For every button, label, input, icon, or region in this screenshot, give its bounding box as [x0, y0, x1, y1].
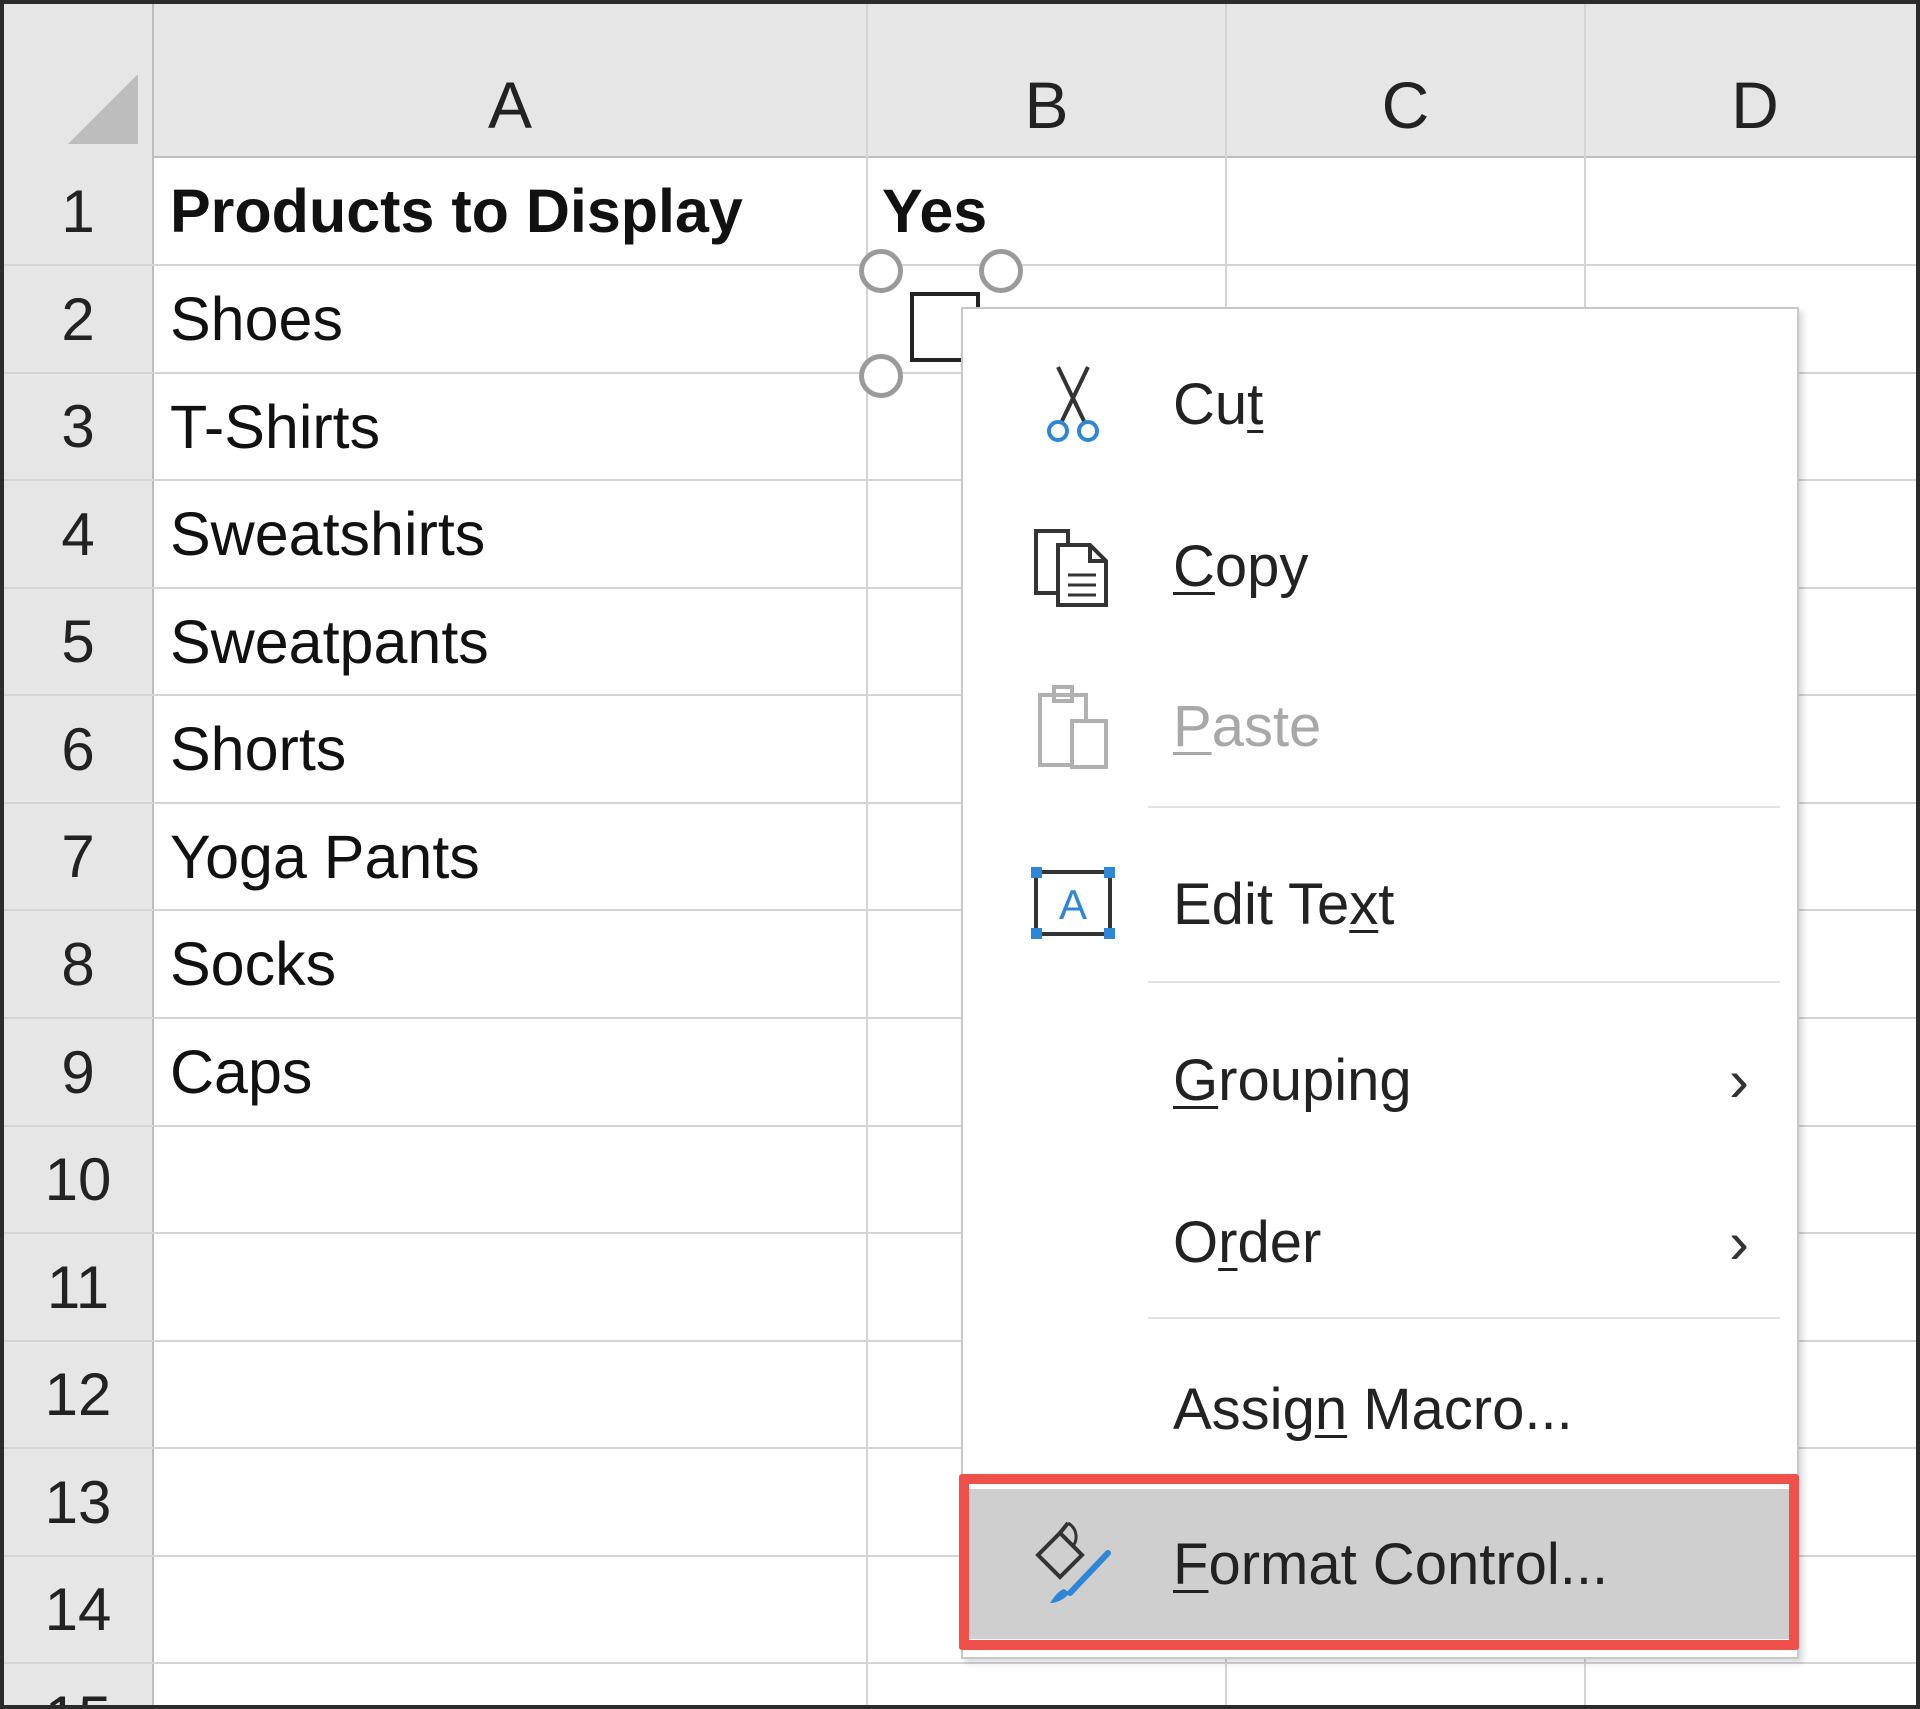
column-header-b[interactable]: B: [868, 4, 1225, 156]
menu-item-paste-label: Paste: [1173, 693, 1321, 760]
row-header-1[interactable]: 1: [4, 158, 152, 264]
select-all-corner[interactable]: [4, 4, 152, 158]
spreadsheet-window: A B C D 1 2 3 4 5 6 7 8 9 10 11 12 13 14…: [0, 0, 1920, 1709]
row-header-5[interactable]: 5: [4, 589, 152, 694]
column-header-c[interactable]: C: [1227, 4, 1584, 156]
menu-item-grouping[interactable]: Grouping ›: [963, 1005, 1797, 1155]
select-all-triangle-icon: [68, 74, 138, 144]
menu-item-grouping-label: Grouping: [1173, 1047, 1412, 1114]
scissors-icon: [1025, 356, 1121, 452]
access-key: C: [1173, 533, 1215, 599]
cell-a6[interactable]: Shorts: [170, 696, 346, 802]
label-part: Edit Te: [1173, 871, 1350, 937]
menu-item-cut[interactable]: Cut: [963, 339, 1797, 469]
row-header-12[interactable]: 12: [4, 1342, 152, 1447]
context-menu: Cut Copy Paste A Edit Text Grouping › Or…: [961, 307, 1799, 1659]
grid-line: [152, 4, 154, 1705]
menu-item-assign-macro[interactable]: Assign Macro...: [963, 1339, 1797, 1479]
label-part: aste: [1211, 693, 1322, 759]
label-part: Macro...: [1347, 1376, 1573, 1442]
row-header-13[interactable]: 13: [4, 1449, 152, 1555]
row-header-4[interactable]: 4: [4, 481, 152, 587]
row-header-14[interactable]: 14: [4, 1557, 152, 1662]
menu-item-edit-text-label: Edit Text: [1173, 871, 1394, 938]
menu-item-order[interactable]: Order ›: [963, 1167, 1797, 1317]
label-part: rouping: [1218, 1047, 1412, 1113]
menu-item-edit-text[interactable]: A Edit Text: [963, 829, 1797, 979]
row-header-9[interactable]: 9: [4, 1019, 152, 1125]
resize-handle-top-left[interactable]: [859, 249, 903, 293]
label-part: O: [1173, 1209, 1219, 1275]
access-key: G: [1173, 1047, 1219, 1113]
row-header-6[interactable]: 6: [4, 696, 152, 802]
label-part: t: [1378, 871, 1395, 937]
column-header-d[interactable]: D: [1586, 4, 1916, 156]
label-part: Assig: [1173, 1376, 1315, 1442]
chevron-right-icon: ›: [1729, 1208, 1749, 1276]
menu-item-copy-label: Copy: [1173, 533, 1308, 600]
menu-item-cut-label: Cut: [1173, 371, 1263, 438]
resize-handle-bottom-left[interactable]: [859, 354, 903, 398]
svg-text:A: A: [1059, 881, 1087, 928]
cell-a9[interactable]: Caps: [170, 1019, 312, 1125]
row-header-10[interactable]: 10: [4, 1127, 152, 1232]
menu-separator: [1148, 806, 1780, 808]
row-header-7[interactable]: 7: [4, 804, 152, 909]
cell-a5[interactable]: Sweatpants: [170, 589, 489, 694]
grid-line: [4, 1662, 1916, 1664]
row-header-15[interactable]: 15: [4, 1664, 152, 1706]
cell-a2[interactable]: Shoes: [170, 266, 343, 372]
row-header-11[interactable]: 11: [4, 1234, 152, 1340]
menu-separator: [1148, 1317, 1780, 1319]
chevron-right-icon: ›: [1729, 1046, 1749, 1114]
column-header-a[interactable]: A: [154, 4, 866, 156]
label-part: Cu: [1173, 371, 1248, 437]
menu-item-copy[interactable]: Copy: [963, 501, 1797, 631]
row-header-8[interactable]: 8: [4, 911, 152, 1017]
row-header-3[interactable]: 3: [4, 374, 152, 479]
cell-a1[interactable]: Products to Display: [170, 158, 743, 264]
cell-a4[interactable]: Sweatshirts: [170, 481, 485, 587]
cell-a7[interactable]: Yoga Pants: [170, 804, 480, 909]
access-key: P: [1173, 693, 1212, 759]
menu-item-assign-macro-label: Assign Macro...: [1173, 1376, 1573, 1443]
label-part: der: [1237, 1209, 1322, 1275]
access-key: r: [1218, 1209, 1238, 1275]
row-header-2[interactable]: 2: [4, 266, 152, 372]
cell-a8[interactable]: Socks: [170, 911, 336, 1017]
paste-icon: [1025, 678, 1121, 774]
access-key: n: [1314, 1376, 1348, 1442]
menu-separator: [1148, 981, 1780, 983]
resize-handle-top-right[interactable]: [979, 249, 1023, 293]
menu-item-order-label: Order: [1173, 1209, 1321, 1276]
label-part: opy: [1214, 533, 1309, 599]
copy-icon: [1025, 518, 1121, 614]
menu-item-paste[interactable]: Paste: [963, 661, 1797, 791]
cell-a3[interactable]: T-Shirts: [170, 374, 380, 479]
highlight-annotation-box: [959, 1474, 1799, 1650]
edit-text-icon: A: [1025, 856, 1121, 952]
access-key: t: [1247, 371, 1264, 437]
cell-b1[interactable]: Yes: [882, 158, 987, 264]
access-key: x: [1349, 871, 1379, 937]
